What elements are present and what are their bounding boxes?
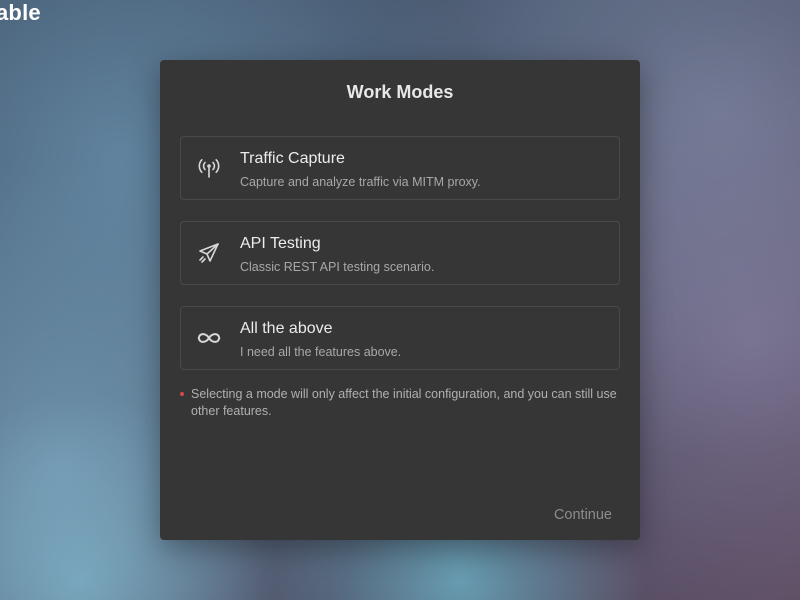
mode-card-all-the-above[interactable]: All the above I need all the features ab… xyxy=(180,306,620,370)
mode-title: API Testing xyxy=(240,235,321,252)
mode-description: I need all the features above. xyxy=(240,345,402,359)
mode-card-traffic-capture[interactable]: Traffic Capture Capture and analyze traf… xyxy=(180,136,620,200)
mode-title: Traffic Capture xyxy=(240,150,345,167)
mode-note: Selecting a mode will only affect the in… xyxy=(180,386,622,420)
mode-title: All the above xyxy=(240,320,333,337)
dialog-title: Work Modes xyxy=(346,82,454,102)
work-modes-dialog: Work Modes Traffic Capture Capture and a… xyxy=(160,60,640,540)
infinity-icon xyxy=(195,324,223,352)
note-text: Selecting a mode will only affect the in… xyxy=(191,387,617,418)
note-bullet-icon xyxy=(180,392,184,396)
background-app-title: able xyxy=(0,0,41,25)
mode-card-api-testing[interactable]: API Testing Classic REST API testing sce… xyxy=(180,221,620,285)
mode-description: Capture and analyze traffic via MITM pro… xyxy=(240,175,481,189)
continue-button[interactable]: Continue xyxy=(538,502,618,526)
mode-description: Classic REST API testing scenario. xyxy=(240,260,435,274)
antenna-icon xyxy=(195,154,223,182)
paper-plane-icon xyxy=(195,239,223,267)
